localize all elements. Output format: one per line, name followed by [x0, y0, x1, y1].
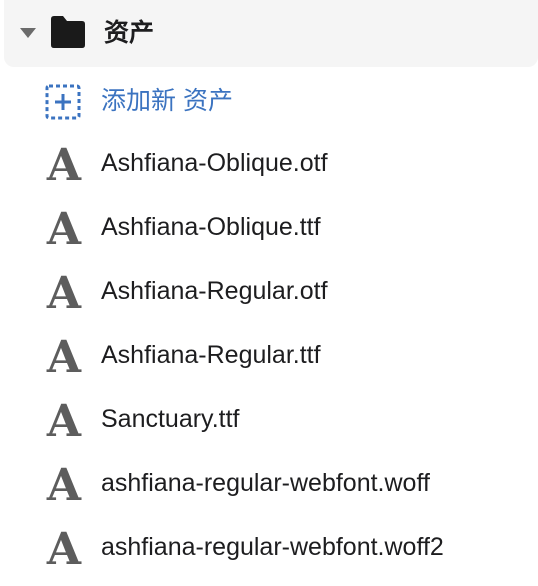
add-asset-link[interactable]: 添加新 资产 — [101, 84, 233, 118]
font-file-icon: A — [46, 268, 82, 319]
file-name[interactable]: Sanctuary.ttf — [101, 402, 240, 436]
add-box-icon[interactable] — [44, 84, 82, 120]
asset-tree: 资产 添加新 资产 A Ashfiana-Oblique.otf A Ashfi… — [0, 0, 538, 586]
font-file-icon: A — [46, 204, 82, 255]
file-name[interactable]: Ashfiana-Regular.ttf — [101, 338, 321, 372]
file-name[interactable]: Ashfiana-Oblique.ttf — [101, 210, 321, 244]
font-file-icon: A — [46, 332, 82, 383]
folder-label: 资产 — [104, 19, 155, 47]
font-file-icon: A — [46, 460, 82, 511]
file-name[interactable]: Ashfiana-Oblique.otf — [101, 146, 328, 180]
font-file-icon: A — [46, 524, 82, 575]
file-name[interactable]: ashfiana-regular-webfont.woff2 — [101, 530, 444, 564]
font-file-icon: A — [46, 140, 82, 191]
caret-down-icon[interactable] — [20, 28, 36, 38]
file-name[interactable]: ashfiana-regular-webfont.woff — [101, 466, 430, 500]
font-file-icon: A — [46, 396, 82, 447]
folder-icon — [51, 16, 85, 48]
file-name[interactable]: Ashfiana-Regular.otf — [101, 274, 328, 308]
folder-row-assets[interactable]: 资产 — [4, 0, 538, 67]
